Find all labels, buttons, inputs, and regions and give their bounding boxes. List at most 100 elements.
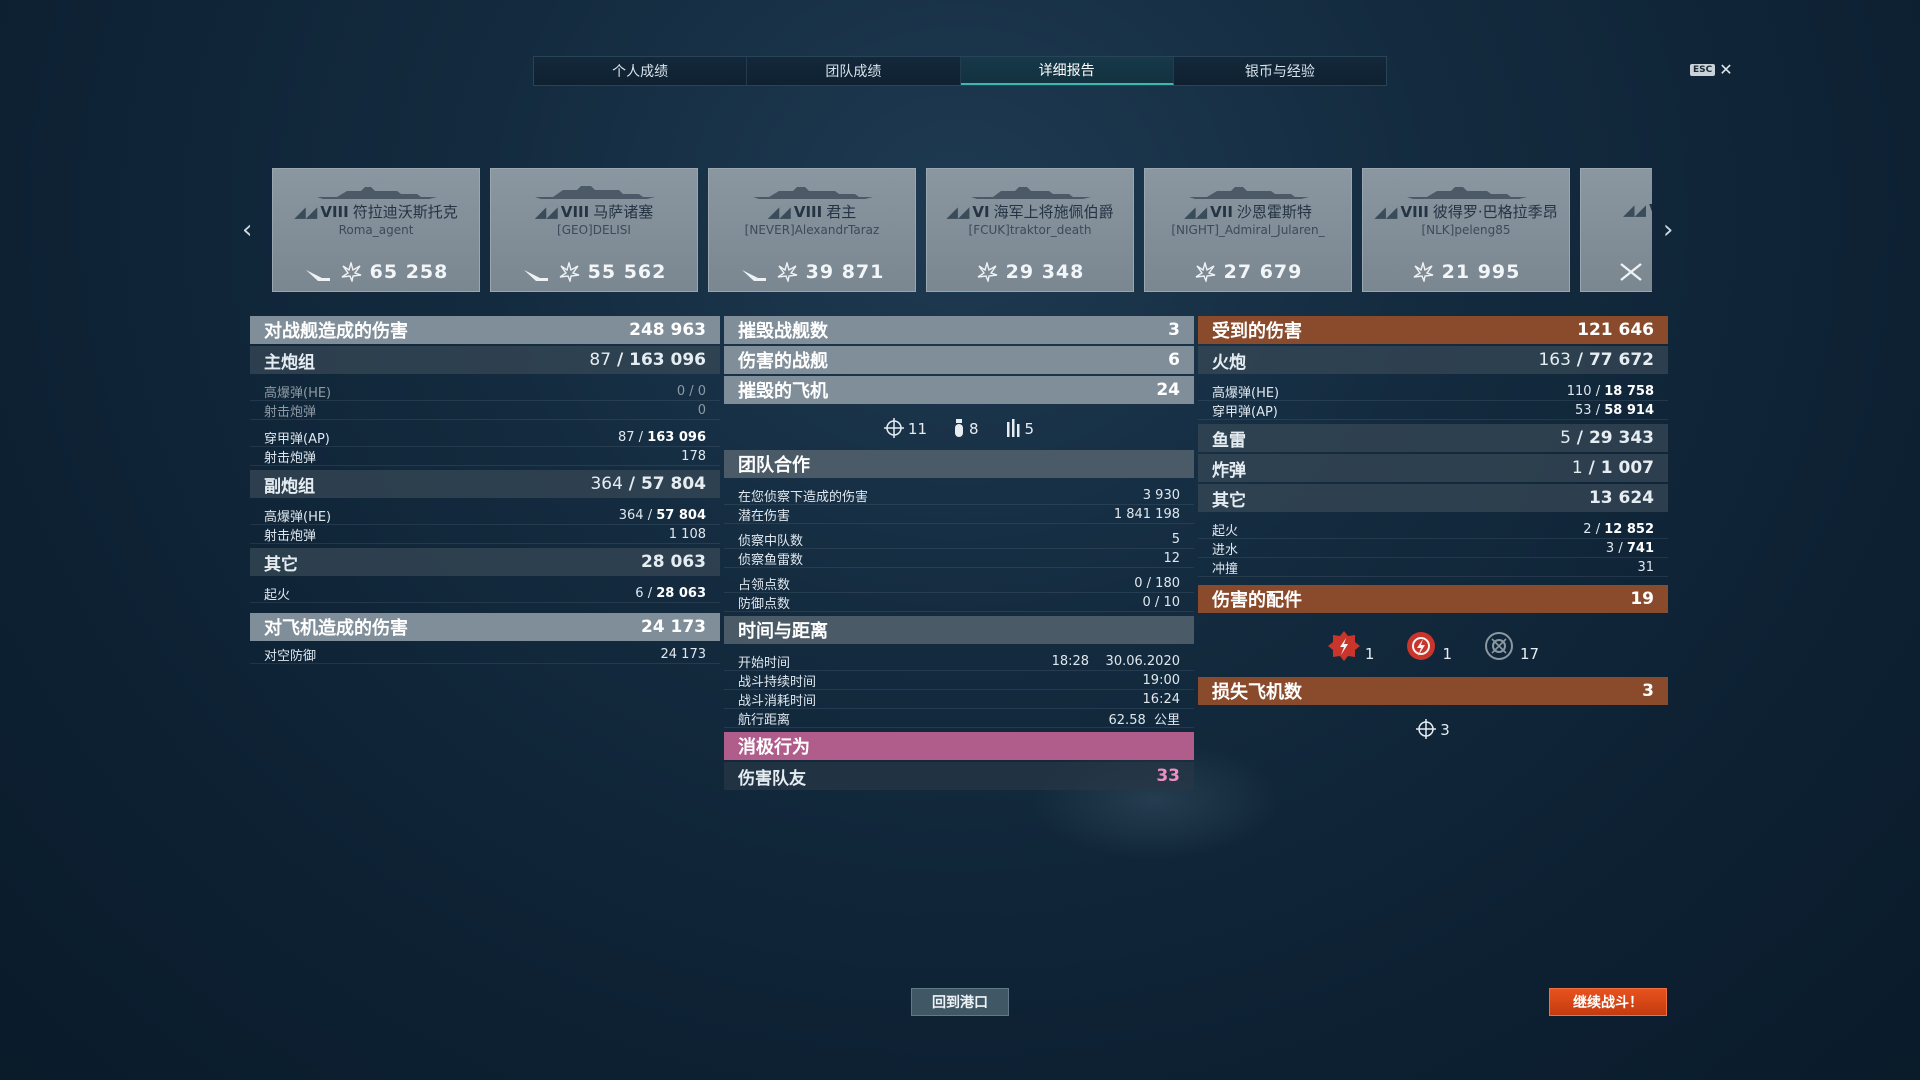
ship-tier: VII [1210,203,1233,221]
other-damage-row: 其它 28 063 [250,548,720,576]
modules-damaged-header: 伤害的配件 19 [1198,585,1668,613]
tab-detailed-report[interactable]: 详细报告 [960,57,1174,85]
steering-damage-icon [1407,632,1436,660]
team-damage-row: 伤害队友 33 [724,762,1194,790]
damage-burst-icon [777,262,797,282]
torpedo-kill-icon [305,270,330,281]
stat-row: 高爆弹(HE) 364 / 57 804 [250,506,720,525]
battle-stats-panel: 摧毁战舰数 3 伤害的战舰 6 摧毁的飞机 24 11 8 5 团队合作 在您侦察下造… [724,316,1194,792]
stat-row: 战斗持续时间 19:00 [724,671,1194,690]
time-distance-header: 时间与距离 [724,616,1194,644]
damage-value: 3 [1651,261,1652,283]
damage-value: 39 871 [805,261,885,283]
ship-tier: VI [972,203,990,221]
ship-card[interactable]: ◢◢V 3 [1580,168,1652,292]
ship-damage-header: 对战舰造成的伤害 248 963 [250,316,720,344]
ship-name: 海军上将施佩伯爵 [993,203,1114,221]
negative-behavior-header: 消极行为 [724,732,1194,760]
torpedo-icon [1006,419,1020,437]
stat-row: 射击炮弹 1 108 [250,525,720,544]
player-name: [NEVER]AlexandrTaraz [744,223,880,237]
tab-personal[interactable]: 个人成绩 [534,57,748,85]
ship-card[interactable]: ◢◢ VIII 君主 [NEVER]AlexandrTaraz 39 871 [708,168,916,292]
nation-flag-icon: ◢◢ [1374,203,1398,221]
stat-row: 对空防御 24 173 [250,645,720,664]
main-battery-details: 高爆弹(HE) 0 / 0 射击炮弹 0 穿甲弹(AP) 87 / 163 096 射… [250,376,720,470]
stat-row: 射击炮弹 178 [250,447,720,466]
module-incapacitated-icon [1485,632,1513,660]
bomb-icon [955,419,963,437]
player-name: [GEO]DELISI [557,223,631,237]
stat-row: 侦察中队数 5 [724,530,1194,549]
ship-silhouette-icon [535,186,655,199]
ship-card[interactable]: ◢◢ VII 沙恩霍斯特 [NIGHT]_Admiral_Jularen_ 27 6… [1144,168,1352,292]
stat-row: 潜在伤害 1 841 198 [724,505,1194,524]
tab-team[interactable]: 团队成绩 [747,57,961,85]
ship-tier: VIII [560,203,590,221]
ship-name: 彼得罗·巴格拉季昂 [1432,203,1558,221]
main-battery-row: 主炮组 87 / 163 096 [250,346,720,374]
ship-card[interactable]: ◢◢ VIII 符拉迪沃斯托克 Roma_agent 65 258 [272,168,480,292]
aa-details: 对空防御 24 173 [250,643,720,668]
damaged-ships-header: 伤害的战舰 6 [724,346,1194,374]
esc-key-icon: ESC [1690,63,1716,76]
stat-row: 进水 3 / 741 [1198,539,1668,558]
player-name: [FCUK]traktor_death [968,223,1092,237]
ship-card[interactable]: ◢◢ VIII 马萨诸塞 [GEO]DELISI 55 562 [490,168,698,292]
nation-flag-icon: ◢◢ [1184,203,1208,221]
ship-name: 符拉迪沃斯托克 [352,203,458,221]
ship-card[interactable]: ◢◢ VI 海军上将施佩伯爵 [FCUK]traktor_death 29 348 [926,168,1134,292]
damage-burst-icon [1413,262,1433,282]
guns-details: 高爆弹(HE) 110 / 18 758 穿甲弹(AP) 53 / 58 914 [1198,376,1668,424]
ship-silhouette-icon [1407,187,1527,199]
nation-flag-icon: ◢◢ [767,203,791,221]
stat-row: 高爆弹(HE) 110 / 18 758 [1198,382,1668,401]
damage-received-panel: 受到的伤害 121 646 火炮 163 / 77 672 高爆弹(HE) 110 /… [1198,316,1668,751]
close-button[interactable]: ESC ✕ [1690,60,1733,79]
plane-kill-breakdown: 11 8 5 [724,406,1194,450]
stat-row: 射击炮弹 0 [250,401,720,420]
engine-damage-icon [1327,631,1360,661]
stat-row: 高爆弹(HE) 0 / 0 [250,382,720,401]
ship-name: 马萨诸塞 [593,203,654,221]
damage-value: 21 995 [1441,261,1521,283]
aircraft-damage-header: 对飞机造成的伤害 24 173 [250,613,720,641]
stat-row: 穿甲弹(AP) 53 / 58 914 [1198,401,1668,420]
stat-row: 防御点数 0 / 10 [724,593,1194,612]
ship-tier: VIII [1400,203,1429,221]
carousel-next-arrow-icon[interactable]: › [1663,215,1673,245]
crosshair-icon [1416,719,1437,739]
stat-row: 起火 2 / 12 852 [1198,520,1668,539]
damage-burst-icon [341,262,361,282]
ship-card[interactable]: ◢◢ VIII 彼得罗·巴格拉季昂 [NLK]peleng85 21 995 [1362,168,1570,292]
nation-flag-icon: ◢◢ [534,203,558,221]
player-name: Roma_agent [338,223,414,237]
stat-row: 在您侦察下造成的伤害 3 930 [724,486,1194,505]
return-to-port-button[interactable]: 回到港口 [911,988,1009,1016]
destroyed-ships-header: 摧毁战舰数 3 [724,316,1194,344]
stat-row: 航行距离 62.58 公里 [724,709,1194,728]
other-received-row: 其它 13 624 [1198,484,1668,512]
damage-value: 65 258 [369,261,449,283]
other-received-details: 起火 2 / 12 852 进水 3 / 741 冲撞 31 [1198,514,1668,581]
damage-value: 29 348 [1005,261,1085,283]
stat-row: 战斗消耗时间 16:24 [724,690,1194,709]
next-battle-button[interactable]: 继续战斗！ [1549,988,1667,1016]
planes-lost-header: 损失飞机数 3 [1198,677,1668,705]
ship-name: 君主 [826,203,857,221]
stat-row: 开始时间 18:28 30.06.2020 [724,652,1194,671]
other-details: 起火 6 / 28 063 [250,578,720,607]
ship-tier: V [1649,201,1652,219]
tab-credits-xp[interactable]: 银币与经验 [1173,57,1386,85]
damage-burst-icon [559,262,579,282]
destroyed-planes-header: 摧毁的飞机 24 [724,376,1194,404]
damage-dealt-panel: 对战舰造成的伤害 248 963 主炮组 87 / 163 096 高爆弹(HE) 0… [250,316,720,668]
carousel-prev-arrow-icon[interactable]: ‹ [242,215,252,245]
ship-tier: VIII [320,203,349,221]
teamwork-details: 在您侦察下造成的伤害 3 930 潜在伤害 1 841 198 侦察中队数 5 侦察鱼… [724,480,1194,616]
time-details: 开始时间 18:28 30.06.2020 战斗持续时间 19:00 战斗消耗时间 1… [724,646,1194,732]
ship-silhouette-icon [317,187,437,199]
top-ships-carousel: ◢◢ VIII 符拉迪沃斯托克 Roma_agent 65 258 ◢◢ VIII 马萨… [272,168,1652,292]
guns-row: 火炮 163 / 77 672 [1198,346,1668,374]
bomb-damage-row: 炸弹 1 / 1 007 [1198,454,1668,482]
